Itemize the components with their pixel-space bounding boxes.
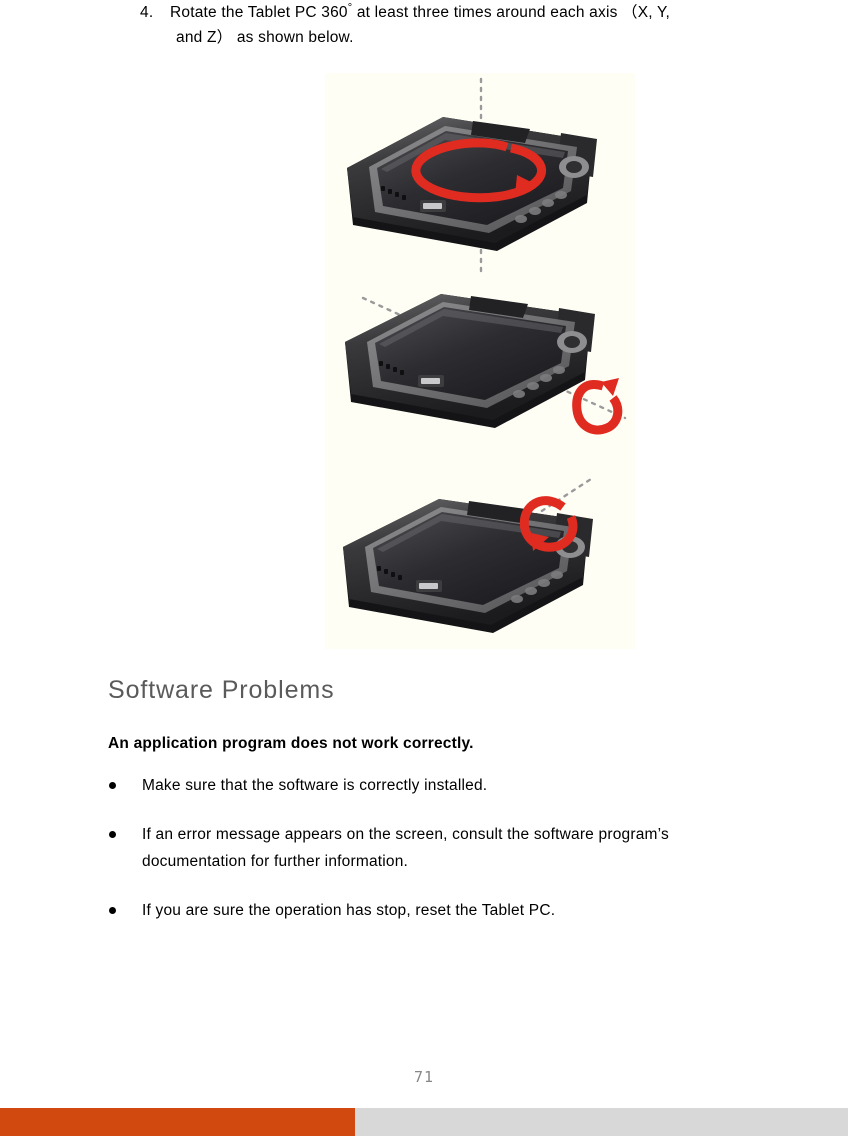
step-line-1-text-a: Rotate the Tablet PC 360 (170, 4, 348, 21)
figure-panel-rotate-x (325, 286, 635, 461)
list-item: If an error message appears on the scree… (106, 821, 848, 875)
step-paragraph: 4. Rotate the Tablet PC 360° at least thr… (140, 0, 848, 50)
rotation-arrow-head-x (601, 378, 619, 396)
tablet-illustration-y (343, 499, 593, 633)
step-line-1: 4. Rotate the Tablet PC 360° at least thr… (140, 0, 848, 25)
troubleshooting-bullet-list: Make sure that the software is correctly… (106, 772, 848, 946)
figure-panel-rotate-y (325, 461, 635, 649)
tablet-illustration-z (347, 117, 597, 251)
section-heading-software-problems: Software Problems (108, 676, 335, 704)
footer-orange-bar (0, 1108, 355, 1136)
figure-panel-rotate-z (325, 73, 635, 288)
tablet-illustration-x (345, 294, 595, 428)
bullet-dot-icon (109, 782, 116, 789)
list-item-text: If you are sure the operation has stop, … (142, 902, 556, 919)
list-item: Make sure that the software is correctly… (106, 772, 848, 799)
subheading-application-program: An application program does not work cor… (108, 735, 474, 752)
step-line-2: and Z） as shown below. (176, 29, 354, 46)
step-number: 4. (140, 4, 154, 21)
list-item-text-line-1: If an error message appears on the scree… (142, 826, 669, 843)
document-page: 4. Rotate the Tablet PC 360° at least thr… (0, 0, 848, 1136)
bullet-dot-icon (109, 831, 116, 838)
list-item-text: If an error message appears on the scree… (142, 821, 848, 875)
rotation-figure (325, 73, 635, 649)
page-footer (0, 1108, 848, 1136)
step-line-1-text-b: at least three times around each axis （X… (352, 4, 671, 21)
list-item: If you are sure the operation has stop, … (106, 897, 848, 924)
footer-gray-bar (355, 1108, 848, 1136)
page-number: 71 (413, 1068, 435, 1086)
bullet-dot-icon (109, 907, 116, 914)
list-item-text-line-2: documentation for further information. (142, 853, 409, 870)
list-item-text: Make sure that the software is correctly… (142, 777, 488, 794)
